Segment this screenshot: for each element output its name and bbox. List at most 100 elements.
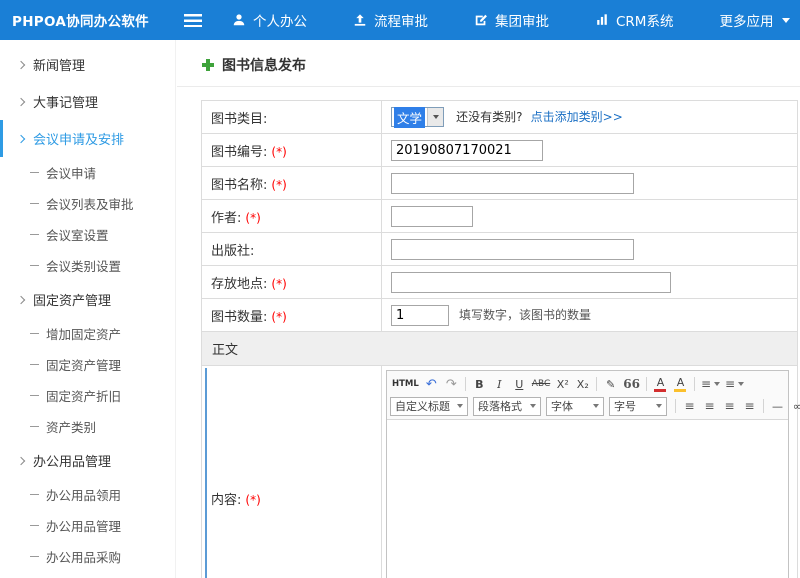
nav-group-approval[interactable]: 集团审批	[474, 10, 549, 30]
toolbar-separator	[465, 377, 466, 391]
font-color-button[interactable]: A	[651, 375, 670, 393]
caret-down-icon	[530, 404, 536, 408]
bold-button[interactable]: B	[470, 375, 489, 393]
required-mark: (*)	[271, 310, 286, 324]
blockquote-button[interactable]: 66	[621, 375, 642, 393]
location-input[interactable]	[391, 272, 671, 293]
align-justify-button[interactable]: ≡	[740, 397, 759, 415]
quantity-input[interactable]	[391, 305, 449, 326]
sidebar-item-supplies-manage[interactable]: 办公用品管理	[0, 510, 175, 541]
sidebar-item-supplies-stock[interactable]: 办公用品库存管理	[0, 572, 175, 578]
sidebar-group-meetings[interactable]: 会议申请及安排	[0, 120, 175, 157]
undo-button[interactable]: ↶	[422, 375, 441, 393]
sidebar-group-events[interactable]: 大事记管理	[0, 83, 175, 120]
page-title: 图书信息发布	[222, 55, 306, 75]
nav-crm-system[interactable]: CRM系统	[595, 10, 673, 30]
sidebar-item-meeting-category[interactable]: 会议类别设置	[0, 250, 175, 281]
caret-down-icon	[427, 108, 443, 126]
sidebar-item-meeting-room[interactable]: 会议室设置	[0, 219, 175, 250]
form-row-publisher: 出版社:	[202, 233, 798, 266]
sidebar-group-label: 办公用品管理	[33, 451, 111, 470]
required-mark: (*)	[271, 277, 286, 291]
book-name-input[interactable]	[391, 173, 634, 194]
sidebar-item-supplies-purchase[interactable]: 办公用品采购	[0, 541, 175, 572]
quantity-hint: 填写数字，该图书的数量	[459, 308, 591, 322]
font-family-dropdown[interactable]: 字体	[546, 397, 604, 416]
redo-button[interactable]: ↷	[442, 375, 461, 393]
chevron-right-icon	[17, 60, 25, 68]
form-section-body: 正文	[202, 332, 798, 366]
format-painter-button[interactable]: ✎	[601, 375, 620, 393]
required-mark: (*)	[271, 145, 286, 159]
sidebar-group-news[interactable]: 新闻管理	[0, 46, 175, 83]
chevron-right-icon	[17, 456, 25, 464]
sidebar-item-asset-category[interactable]: 资产类别	[0, 411, 175, 442]
horizontal-rule-button[interactable]: —	[768, 397, 787, 415]
ordered-list-button[interactable]: ≡	[723, 375, 746, 393]
dash-icon	[30, 333, 39, 334]
author-input[interactable]	[391, 206, 473, 227]
author-label: 作者:	[211, 211, 241, 226]
approval-icon	[474, 13, 488, 27]
sidebar-item-asset-depreciation[interactable]: 固定资产折旧	[0, 380, 175, 411]
code-label: 图书编号:	[211, 145, 267, 160]
hamburger-menu-icon[interactable]	[184, 14, 202, 27]
main-content: 图书信息发布 图书类目: 文学 还没有类别? 点击添加类别>> 图书编号:(*)	[177, 40, 800, 578]
nav-personal-office[interactable]: 个人办公	[232, 10, 307, 30]
superscript-button[interactable]: X²	[553, 375, 572, 393]
custom-title-dropdown[interactable]: 自定义标题	[390, 397, 468, 416]
highlight-color-button[interactable]: A	[671, 375, 690, 393]
editor-content-area[interactable]	[387, 420, 788, 578]
dash-icon	[30, 426, 39, 427]
category-label: 图书类目:	[211, 112, 267, 127]
add-category-link[interactable]: 点击添加类别>>	[531, 110, 623, 124]
sidebar-item-meeting-list[interactable]: 会议列表及审批	[0, 188, 175, 219]
subscript-button[interactable]: X₂	[573, 375, 592, 393]
category-select[interactable]: 文学	[391, 107, 444, 127]
align-left-button[interactable]: ≡	[680, 397, 699, 415]
sidebar-item-meeting-apply[interactable]: 会议申请	[0, 157, 175, 188]
sidebar-group-supplies[interactable]: 办公用品管理	[0, 442, 175, 479]
dash-icon	[30, 395, 39, 396]
sidebar-item-label: 增加固定资产	[46, 324, 121, 343]
topbar: PHPOA协同办公软件 个人办公 流程审批 集团审批 CRM系统 更多应用	[0, 0, 800, 40]
dash-icon	[30, 203, 39, 204]
align-right-button[interactable]: ≡	[720, 397, 739, 415]
sidebar-item-supplies-claim[interactable]: 办公用品领用	[0, 479, 175, 510]
sidebar-item-label: 办公用品领用	[46, 485, 121, 504]
name-label: 图书名称:	[211, 178, 267, 193]
toolbar-separator	[675, 399, 676, 413]
unordered-list-button[interactable]: ≡	[699, 375, 722, 393]
nav-workflow-approval[interactable]: 流程审批	[353, 10, 428, 30]
paragraph-format-dropdown[interactable]: 段落格式	[473, 397, 541, 416]
sidebar-item-asset-manage[interactable]: 固定资产管理	[0, 349, 175, 380]
strikethrough-button[interactable]: ABC	[530, 375, 552, 393]
link-button[interactable]: ∞	[788, 397, 800, 415]
align-center-button[interactable]: ≡	[700, 397, 719, 415]
nav-more-apps[interactable]: 更多应用	[719, 10, 790, 30]
publisher-input[interactable]	[391, 239, 634, 260]
dash-icon	[30, 364, 39, 365]
sidebar-item-label: 会议申请	[46, 163, 96, 182]
chevron-right-icon	[17, 134, 25, 142]
html-source-button[interactable]: HTML	[390, 375, 421, 393]
content-row-accent	[205, 368, 207, 578]
plus-icon	[202, 59, 214, 71]
book-code-input[interactable]	[391, 140, 543, 161]
caret-down-icon	[593, 404, 599, 408]
italic-button[interactable]: I	[490, 375, 509, 393]
sidebar-item-asset-add[interactable]: 增加固定资产	[0, 318, 175, 349]
quantity-label: 图书数量:	[211, 310, 267, 325]
workflow-icon	[353, 13, 367, 27]
highlight-color-swatch	[674, 389, 686, 392]
required-mark: (*)	[271, 178, 286, 192]
underline-button[interactable]: U	[510, 375, 529, 393]
font-size-dropdown[interactable]: 字号	[609, 397, 667, 416]
caret-down-icon	[656, 404, 662, 408]
caret-down-icon	[782, 18, 790, 23]
form-row-content: 内容:(*) HTML ↶ ↷ B I U ABC	[202, 366, 798, 578]
sidebar-item-label: 会议列表及审批	[46, 194, 134, 213]
category-selected-value: 文学	[394, 107, 425, 128]
editor-toolbar-row2: 自定义标题 段落格式 字体 字号 ≡ ≡ ≡ ≡ — ∞ ∞	[390, 395, 785, 417]
sidebar-group-assets[interactable]: 固定资产管理	[0, 281, 175, 318]
